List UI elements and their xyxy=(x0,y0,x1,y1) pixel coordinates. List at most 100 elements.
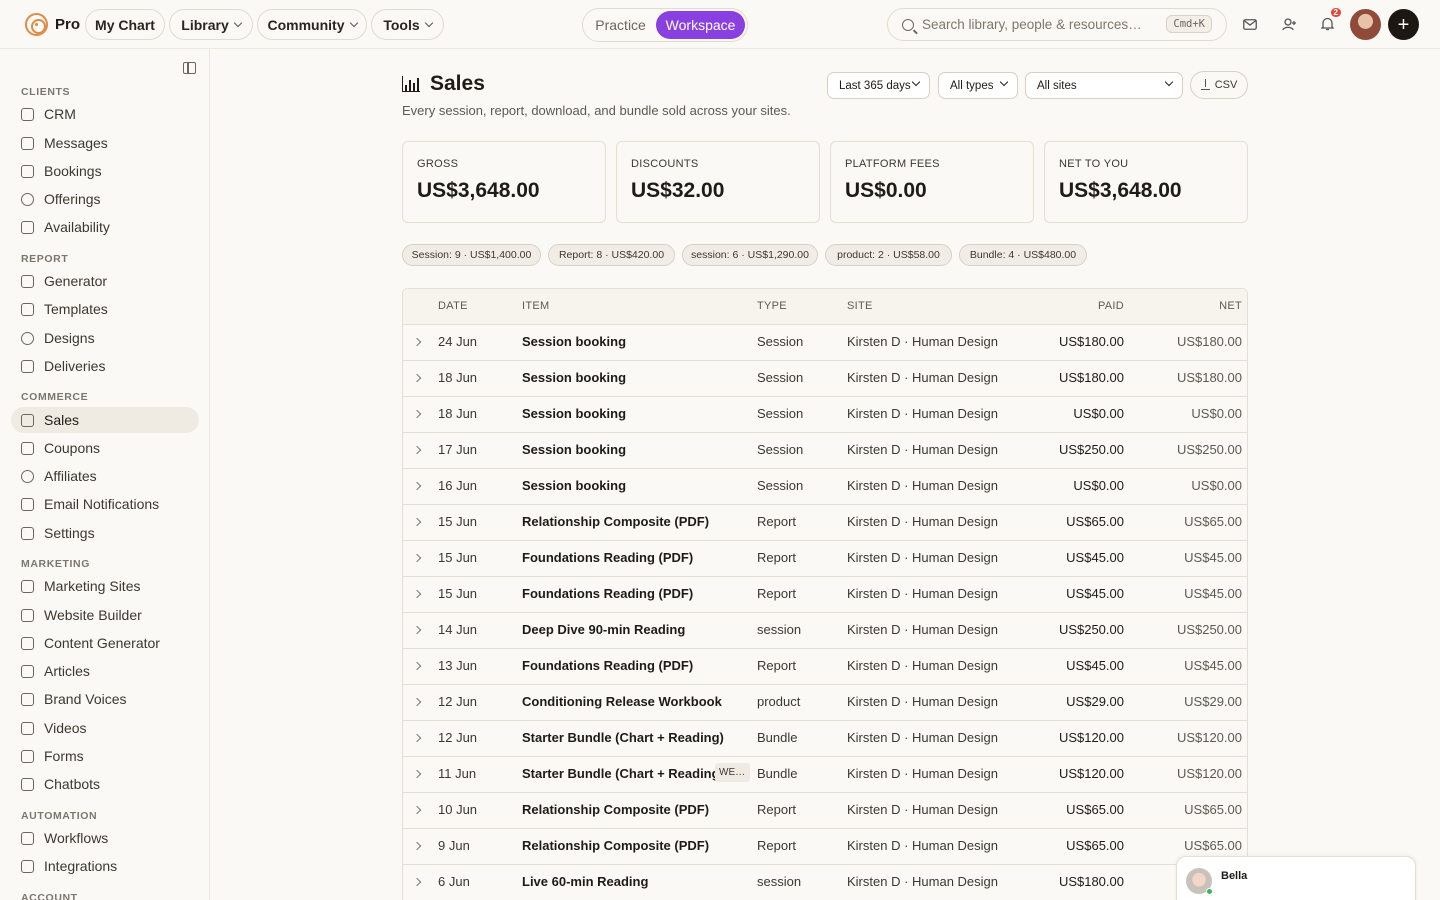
cell-paid: US$65.00 xyxy=(1066,802,1124,817)
sidebar-item-label: Affiliates xyxy=(44,468,97,484)
table-row[interactable]: 9 Jun Relationship Composite (PDF) Report K… xyxy=(403,829,1247,865)
sidebar-item-sales[interactable]: Sales xyxy=(11,407,199,433)
sidebar-item-messages[interactable]: Messages xyxy=(11,130,199,156)
logo[interactable]: Pro xyxy=(25,13,80,36)
expand-chevron-icon[interactable] xyxy=(412,769,422,779)
sidebar-item-workflows[interactable]: Workflows xyxy=(11,825,199,851)
add-user-icon[interactable] xyxy=(1279,14,1299,34)
sidebar-item-chatbots[interactable]: Chatbots xyxy=(11,771,199,797)
column-header-paid[interactable]: PAID xyxy=(1098,300,1124,312)
expand-chevron-icon[interactable] xyxy=(412,517,422,527)
expand-chevron-icon[interactable] xyxy=(412,625,422,635)
cell-paid: US$45.00 xyxy=(1066,550,1124,565)
sidebar-item-templates[interactable]: Templates xyxy=(11,296,199,322)
sidebar-item-website-builder[interactable]: Website Builder xyxy=(11,602,199,628)
table-row[interactable]: 16 Jun Session booking Session Kirsten D · … xyxy=(403,469,1247,505)
video-icon xyxy=(21,721,34,735)
range-select[interactable]: Last 365 days xyxy=(827,72,930,99)
csv-export-button[interactable]: CSV xyxy=(1190,71,1248,99)
sidebar-item-email-notifications[interactable]: Email Notifications xyxy=(11,491,199,517)
expand-chevron-icon[interactable] xyxy=(412,481,422,491)
sidebar-item-affiliates[interactable]: Affiliates xyxy=(11,463,199,489)
chat-widget[interactable]: Bella xyxy=(1176,856,1416,900)
table-row[interactable]: 15 Jun Foundations Reading (PDF) Report Kir… xyxy=(403,577,1247,613)
column-header-net[interactable]: NET xyxy=(1219,300,1242,312)
cell-site: Kirsten D · Human Design xyxy=(847,730,998,745)
table-row[interactable]: 11 Jun Starter Bundle (Chart + Reading) WE… xyxy=(403,757,1247,793)
table-row[interactable]: 6 Jun Live 60-min Reading session Kirsten D… xyxy=(403,865,1247,900)
table-row[interactable]: 13 Jun Foundations Reading (PDF) Report Kir… xyxy=(403,649,1247,685)
sidebar-item-crm[interactable]: CRM xyxy=(11,101,199,127)
expand-chevron-icon[interactable] xyxy=(412,877,422,887)
expand-chevron-icon[interactable] xyxy=(412,805,422,815)
section-title-automation: AUTOMATION xyxy=(21,810,98,822)
expand-chevron-icon[interactable] xyxy=(412,589,422,599)
page-title: Sales xyxy=(402,72,485,96)
sidebar-item-settings[interactable]: Settings xyxy=(11,520,199,546)
column-header-site[interactable]: SITE xyxy=(847,300,873,312)
cell-date: 15 Jun xyxy=(438,586,478,601)
sidebar-collapse-icon[interactable] xyxy=(183,62,196,74)
sidebar-item-label: Availability xyxy=(44,219,110,235)
cell-site: Kirsten D · Human Design xyxy=(847,550,998,565)
sidebar-item-coupons[interactable]: Coupons xyxy=(11,435,199,461)
article-icon xyxy=(21,664,34,678)
bell-icon[interactable]: 2 xyxy=(1317,8,1341,34)
sidebar-item-videos[interactable]: Videos xyxy=(11,715,199,741)
sidebar-item-articles[interactable]: Articles xyxy=(11,658,199,684)
sidebar-item-integrations[interactable]: Integrations xyxy=(11,853,199,879)
nav-tools[interactable]: Tools xyxy=(371,9,444,40)
mode-workspace[interactable]: Workspace xyxy=(656,11,745,39)
sidebar-item-availability[interactable]: Availability xyxy=(11,214,199,240)
table-row[interactable]: 15 Jun Relationship Composite (PDF) Report… xyxy=(403,505,1247,541)
table-row[interactable]: 14 Jun Deep Dive 90-min Reading session Kir… xyxy=(403,613,1247,649)
sidebar-item-content-generator[interactable]: Content Generator xyxy=(11,630,199,656)
sidebar-item-marketing-sites[interactable]: Marketing Sites xyxy=(11,573,199,599)
expand-chevron-icon[interactable] xyxy=(412,553,422,563)
sidebar-item-deliveries[interactable]: Deliveries xyxy=(11,353,199,379)
mode-practice[interactable]: Practice xyxy=(585,11,656,39)
cell-paid: US$120.00 xyxy=(1058,766,1124,781)
nav-community[interactable]: Community xyxy=(257,9,367,40)
sidebar-item-forms[interactable]: Forms xyxy=(11,743,199,769)
sidebar-item-designs[interactable]: Designs xyxy=(11,325,199,351)
expand-chevron-icon[interactable] xyxy=(412,661,422,671)
table-row[interactable]: 12 Jun Conditioning Release Workbook produ… xyxy=(403,685,1247,721)
ticket-icon xyxy=(21,441,34,455)
column-header-type[interactable]: TYPE xyxy=(757,300,787,312)
cell-date: 18 Jun xyxy=(438,370,478,385)
expand-chevron-icon[interactable] xyxy=(412,337,422,347)
table-row[interactable]: 12 Jun Starter Bundle (Chart + Reading) Bu… xyxy=(403,721,1247,757)
table-row[interactable]: 24 Jun Session booking Session Kirsten D · … xyxy=(403,325,1247,361)
column-header-date[interactable]: DATE xyxy=(438,300,468,312)
expand-chevron-icon[interactable] xyxy=(412,733,422,743)
expand-chevron-icon[interactable] xyxy=(412,841,422,851)
expand-chevron-icon[interactable] xyxy=(412,697,422,707)
table-row[interactable]: 10 Jun Relationship Composite (PDF) Report… xyxy=(403,793,1247,829)
expand-chevron-icon[interactable] xyxy=(412,445,422,455)
cell-type: Report xyxy=(757,514,797,529)
cell-type: Session xyxy=(757,370,804,385)
table-row[interactable]: 18 Jun Session booking Session Kirsten D · … xyxy=(403,397,1247,433)
table-row[interactable]: 15 Jun Foundations Reading (PDF) Report Kir… xyxy=(403,541,1247,577)
sidebar-item-label: Marketing Sites xyxy=(44,578,141,594)
search-input[interactable]: Search library, people & resources… Cmd+… xyxy=(887,8,1227,41)
expand-chevron-icon[interactable] xyxy=(412,409,422,419)
sidebar-item-offerings[interactable]: Offerings xyxy=(11,186,199,212)
sidebar-item-brand-voices[interactable]: Brand Voices xyxy=(11,686,199,712)
add-button[interactable]: + xyxy=(1388,9,1419,40)
mail-icon[interactable] xyxy=(1240,14,1260,34)
site-select[interactable]: All sites xyxy=(1025,72,1183,99)
nav-my-chart[interactable]: My Chart xyxy=(85,9,165,40)
column-header-item[interactable]: ITEM xyxy=(522,300,549,312)
sidebar-item-bookings[interactable]: Bookings xyxy=(11,158,199,184)
type-select[interactable]: All types xyxy=(938,72,1018,99)
nav-library[interactable]: Library xyxy=(169,9,253,40)
cell-type: Report xyxy=(757,838,797,853)
expand-chevron-icon[interactable] xyxy=(412,373,422,383)
avatar[interactable] xyxy=(1350,9,1381,40)
table-row[interactable]: 17 Jun Session booking Session Kirsten D · … xyxy=(403,433,1247,469)
table-row[interactable]: 18 Jun Session booking Session Kirsten D · … xyxy=(403,361,1247,397)
sidebar-item-generator[interactable]: Generator xyxy=(11,268,199,294)
sidebar-item-label: Generator xyxy=(44,273,108,289)
